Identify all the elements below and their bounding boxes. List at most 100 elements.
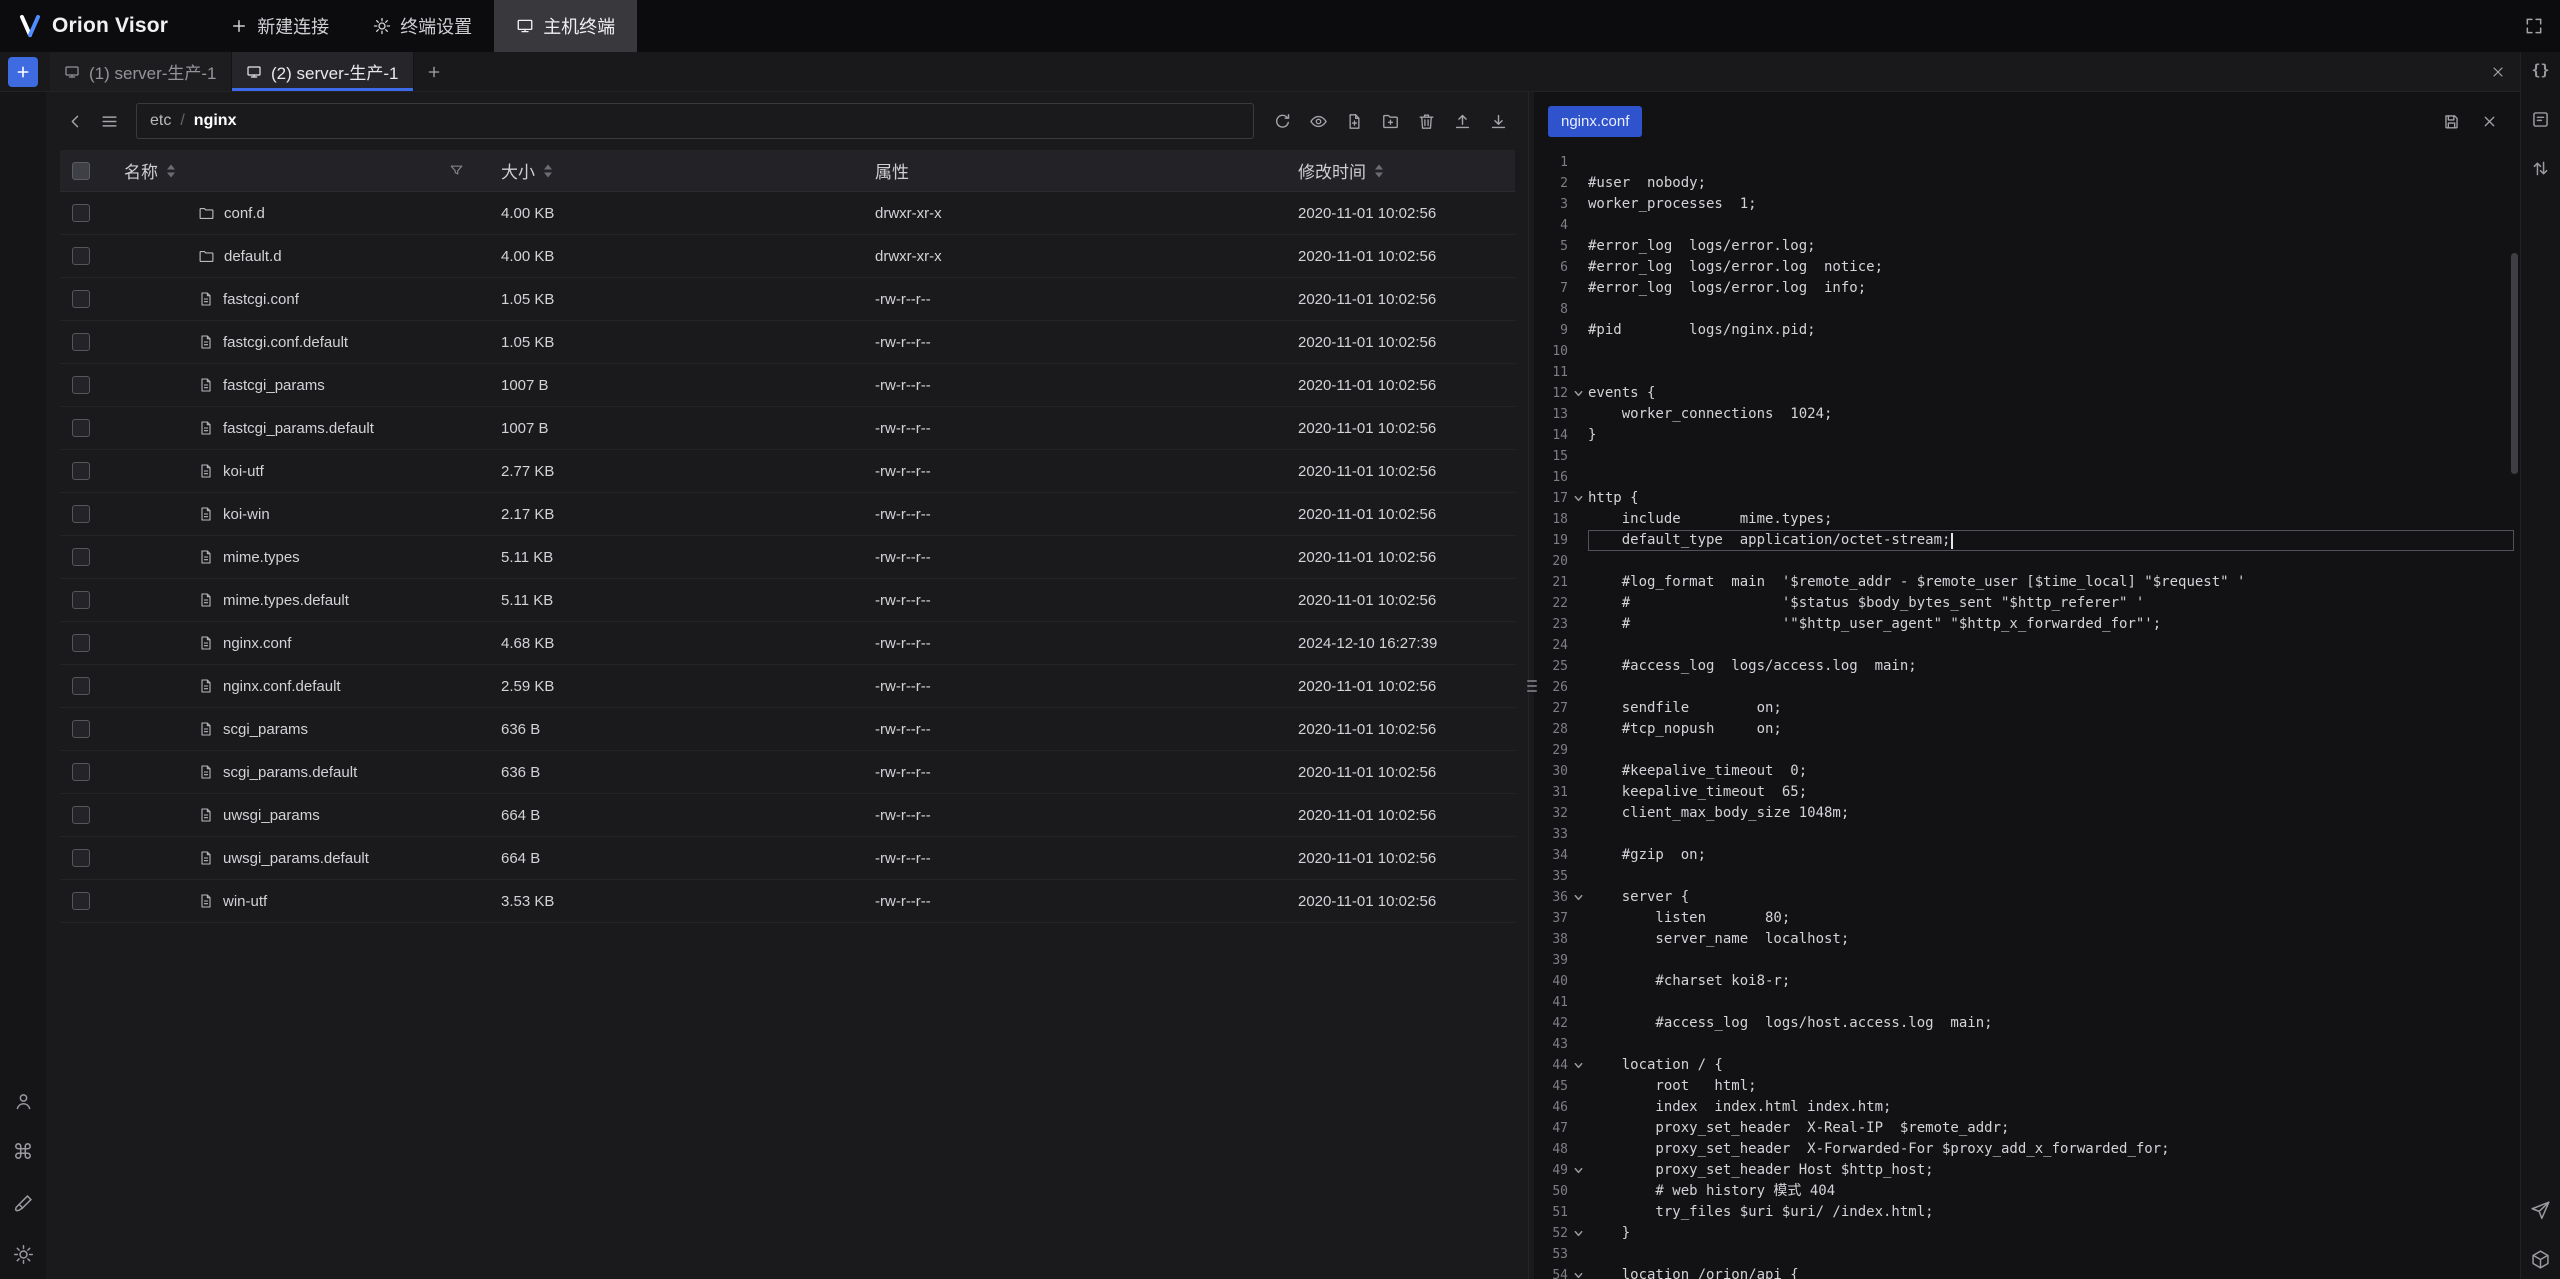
table-row[interactable]: mime.types5.11 KB-rw-r--r--2020-11-01 10…: [60, 536, 1515, 579]
new-folder-button[interactable]: [1372, 104, 1408, 138]
code-line[interactable]: 1: [1534, 152, 2520, 173]
code-line[interactable]: 17http {: [1534, 488, 2520, 509]
transfer-list-button[interactable]: [2528, 156, 2554, 180]
table-row[interactable]: scgi_params636 B-rw-r--r--2020-11-01 10:…: [60, 708, 1515, 751]
code-line[interactable]: 11: [1534, 362, 2520, 383]
new-tab-button[interactable]: [414, 52, 454, 91]
code-line[interactable]: 44 location / {: [1534, 1055, 2520, 1076]
column-header-size[interactable]: 大小: [474, 150, 844, 191]
code-line[interactable]: 22 # '$status $body_bytes_sent "$http_re…: [1534, 593, 2520, 614]
download-button[interactable]: [1480, 104, 1516, 138]
code-line[interactable]: 2#user nobody;: [1534, 173, 2520, 194]
column-header-name[interactable]: 名称: [106, 150, 474, 191]
package-button[interactable]: [2528, 1247, 2554, 1271]
refresh-button[interactable]: [1264, 104, 1300, 138]
table-row[interactable]: scgi_params.default636 B-rw-r--r--2020-1…: [60, 751, 1515, 794]
code-snippets-button[interactable]: {}: [2528, 58, 2554, 82]
code-line[interactable]: 14}: [1534, 425, 2520, 446]
code-line[interactable]: 34 #gzip on;: [1534, 845, 2520, 866]
menu-host-terminal[interactable]: 主机终端: [494, 0, 637, 52]
code-line[interactable]: 10: [1534, 341, 2520, 362]
row-checkbox[interactable]: [72, 419, 90, 437]
code-line[interactable]: 9#pid logs/nginx.pid;: [1534, 320, 2520, 341]
row-checkbox[interactable]: [72, 462, 90, 480]
table-row[interactable]: uwsgi_params.default664 B-rw-r--r--2020-…: [60, 837, 1515, 880]
keyboard-shortcuts-button[interactable]: ⌘: [10, 1140, 36, 1164]
fold-toggle-icon[interactable]: [1568, 488, 1588, 509]
row-checkbox[interactable]: [72, 333, 90, 351]
upload-button[interactable]: [1444, 104, 1480, 138]
code-line[interactable]: 31 keepalive_timeout 65;: [1534, 782, 2520, 803]
fullscreen-button[interactable]: [2508, 0, 2560, 52]
code-line[interactable]: 5#error_log logs/error.log;: [1534, 236, 2520, 257]
code-line[interactable]: 41: [1534, 992, 2520, 1013]
code-line[interactable]: 38 server_name localhost;: [1534, 929, 2520, 950]
code-line[interactable]: 26: [1534, 677, 2520, 698]
row-checkbox[interactable]: [72, 806, 90, 824]
fold-toggle-icon[interactable]: [1568, 1055, 1588, 1076]
table-row[interactable]: win-utf3.53 KB-rw-r--r--2020-11-01 10:02…: [60, 880, 1515, 923]
table-row[interactable]: nginx.conf.default2.59 KB-rw-r--r--2020-…: [60, 665, 1515, 708]
add-connection-button[interactable]: [8, 57, 38, 87]
show-hidden-button[interactable]: [1300, 104, 1336, 138]
row-checkbox[interactable]: [72, 677, 90, 695]
theme-button[interactable]: [10, 1191, 36, 1215]
code-line[interactable]: 37 listen 80;: [1534, 908, 2520, 929]
code-line[interactable]: 36 server {: [1534, 887, 2520, 908]
code-line[interactable]: 16: [1534, 467, 2520, 488]
code-line[interactable]: 51 try_files $uri $uri/ /index.html;: [1534, 1202, 2520, 1223]
row-checkbox[interactable]: [72, 720, 90, 738]
select-all-checkbox[interactable]: [72, 162, 90, 180]
code-line[interactable]: 52 }: [1534, 1223, 2520, 1244]
code-line[interactable]: 12events {: [1534, 383, 2520, 404]
code-line[interactable]: 15: [1534, 446, 2520, 467]
code-line[interactable]: 47 proxy_set_header X-Real-IP $remote_ad…: [1534, 1118, 2520, 1139]
table-row[interactable]: koi-win2.17 KB-rw-r--r--2020-11-01 10:02…: [60, 493, 1515, 536]
table-row[interactable]: nginx.conf4.68 KB-rw-r--r--2024-12-10 16…: [60, 622, 1515, 665]
row-checkbox[interactable]: [72, 591, 90, 609]
editor-close-button[interactable]: [2470, 104, 2508, 138]
row-checkbox[interactable]: [72, 247, 90, 265]
fold-toggle-icon[interactable]: [1568, 887, 1588, 908]
clipboard-button[interactable]: [2528, 107, 2554, 131]
back-button[interactable]: [58, 104, 92, 138]
tab-server-1[interactable]: (1) server-生产-1: [50, 52, 232, 91]
menu-terminal-settings[interactable]: 终端设置: [351, 0, 494, 52]
table-row[interactable]: conf.d4.00 KBdrwxr-xr-x2020-11-01 10:02:…: [60, 192, 1515, 235]
code-line[interactable]: 19 default_type application/octet-stream…: [1534, 530, 2520, 551]
send-command-button[interactable]: [2528, 1198, 2554, 1222]
code-line[interactable]: 27 sendfile on;: [1534, 698, 2520, 719]
row-checkbox[interactable]: [72, 290, 90, 308]
code-line[interactable]: 23 # '"$http_user_agent" "$http_x_forwar…: [1534, 614, 2520, 635]
fold-toggle-icon[interactable]: [1568, 1223, 1588, 1244]
new-file-button[interactable]: [1336, 104, 1372, 138]
column-header-mtime[interactable]: 修改时间: [1244, 150, 1515, 191]
code-line[interactable]: 8: [1534, 299, 2520, 320]
code-line[interactable]: 4: [1534, 215, 2520, 236]
fold-toggle-icon[interactable]: [1568, 1160, 1588, 1181]
code-line[interactable]: 40 #charset koi8-r;: [1534, 971, 2520, 992]
code-line[interactable]: 18 include mime.types;: [1534, 509, 2520, 530]
editor-tab-nginx-conf[interactable]: nginx.conf: [1548, 106, 1642, 137]
code-line[interactable]: 45 root html;: [1534, 1076, 2520, 1097]
code-line[interactable]: 53: [1534, 1244, 2520, 1265]
sort-icon[interactable]: [1373, 163, 1385, 179]
code-line[interactable]: 29: [1534, 740, 2520, 761]
code-line[interactable]: 33: [1534, 824, 2520, 845]
code-line[interactable]: 7#error_log logs/error.log info;: [1534, 278, 2520, 299]
row-checkbox[interactable]: [72, 505, 90, 523]
code-line[interactable]: 42 #access_log logs/host.access.log main…: [1534, 1013, 2520, 1034]
table-row[interactable]: fastcgi.conf.default1.05 KB-rw-r--r--202…: [60, 321, 1515, 364]
code-line[interactable]: 46 index index.html index.htm;: [1534, 1097, 2520, 1118]
code-line[interactable]: 49 proxy_set_header Host $http_host;: [1534, 1160, 2520, 1181]
code-line[interactable]: 28 #tcp_nopush on;: [1534, 719, 2520, 740]
editor-scrollbar[interactable]: [2511, 253, 2518, 474]
menu-new-connection[interactable]: 新建连接: [208, 0, 351, 52]
row-checkbox[interactable]: [72, 763, 90, 781]
sort-icon[interactable]: [542, 163, 554, 179]
fold-toggle-icon[interactable]: [1568, 1265, 1588, 1279]
code-line[interactable]: 20: [1534, 551, 2520, 572]
code-line[interactable]: 35: [1534, 866, 2520, 887]
code-line[interactable]: 6#error_log logs/error.log notice;: [1534, 257, 2520, 278]
tab-server-2[interactable]: (2) server-生产-1: [232, 52, 414, 91]
